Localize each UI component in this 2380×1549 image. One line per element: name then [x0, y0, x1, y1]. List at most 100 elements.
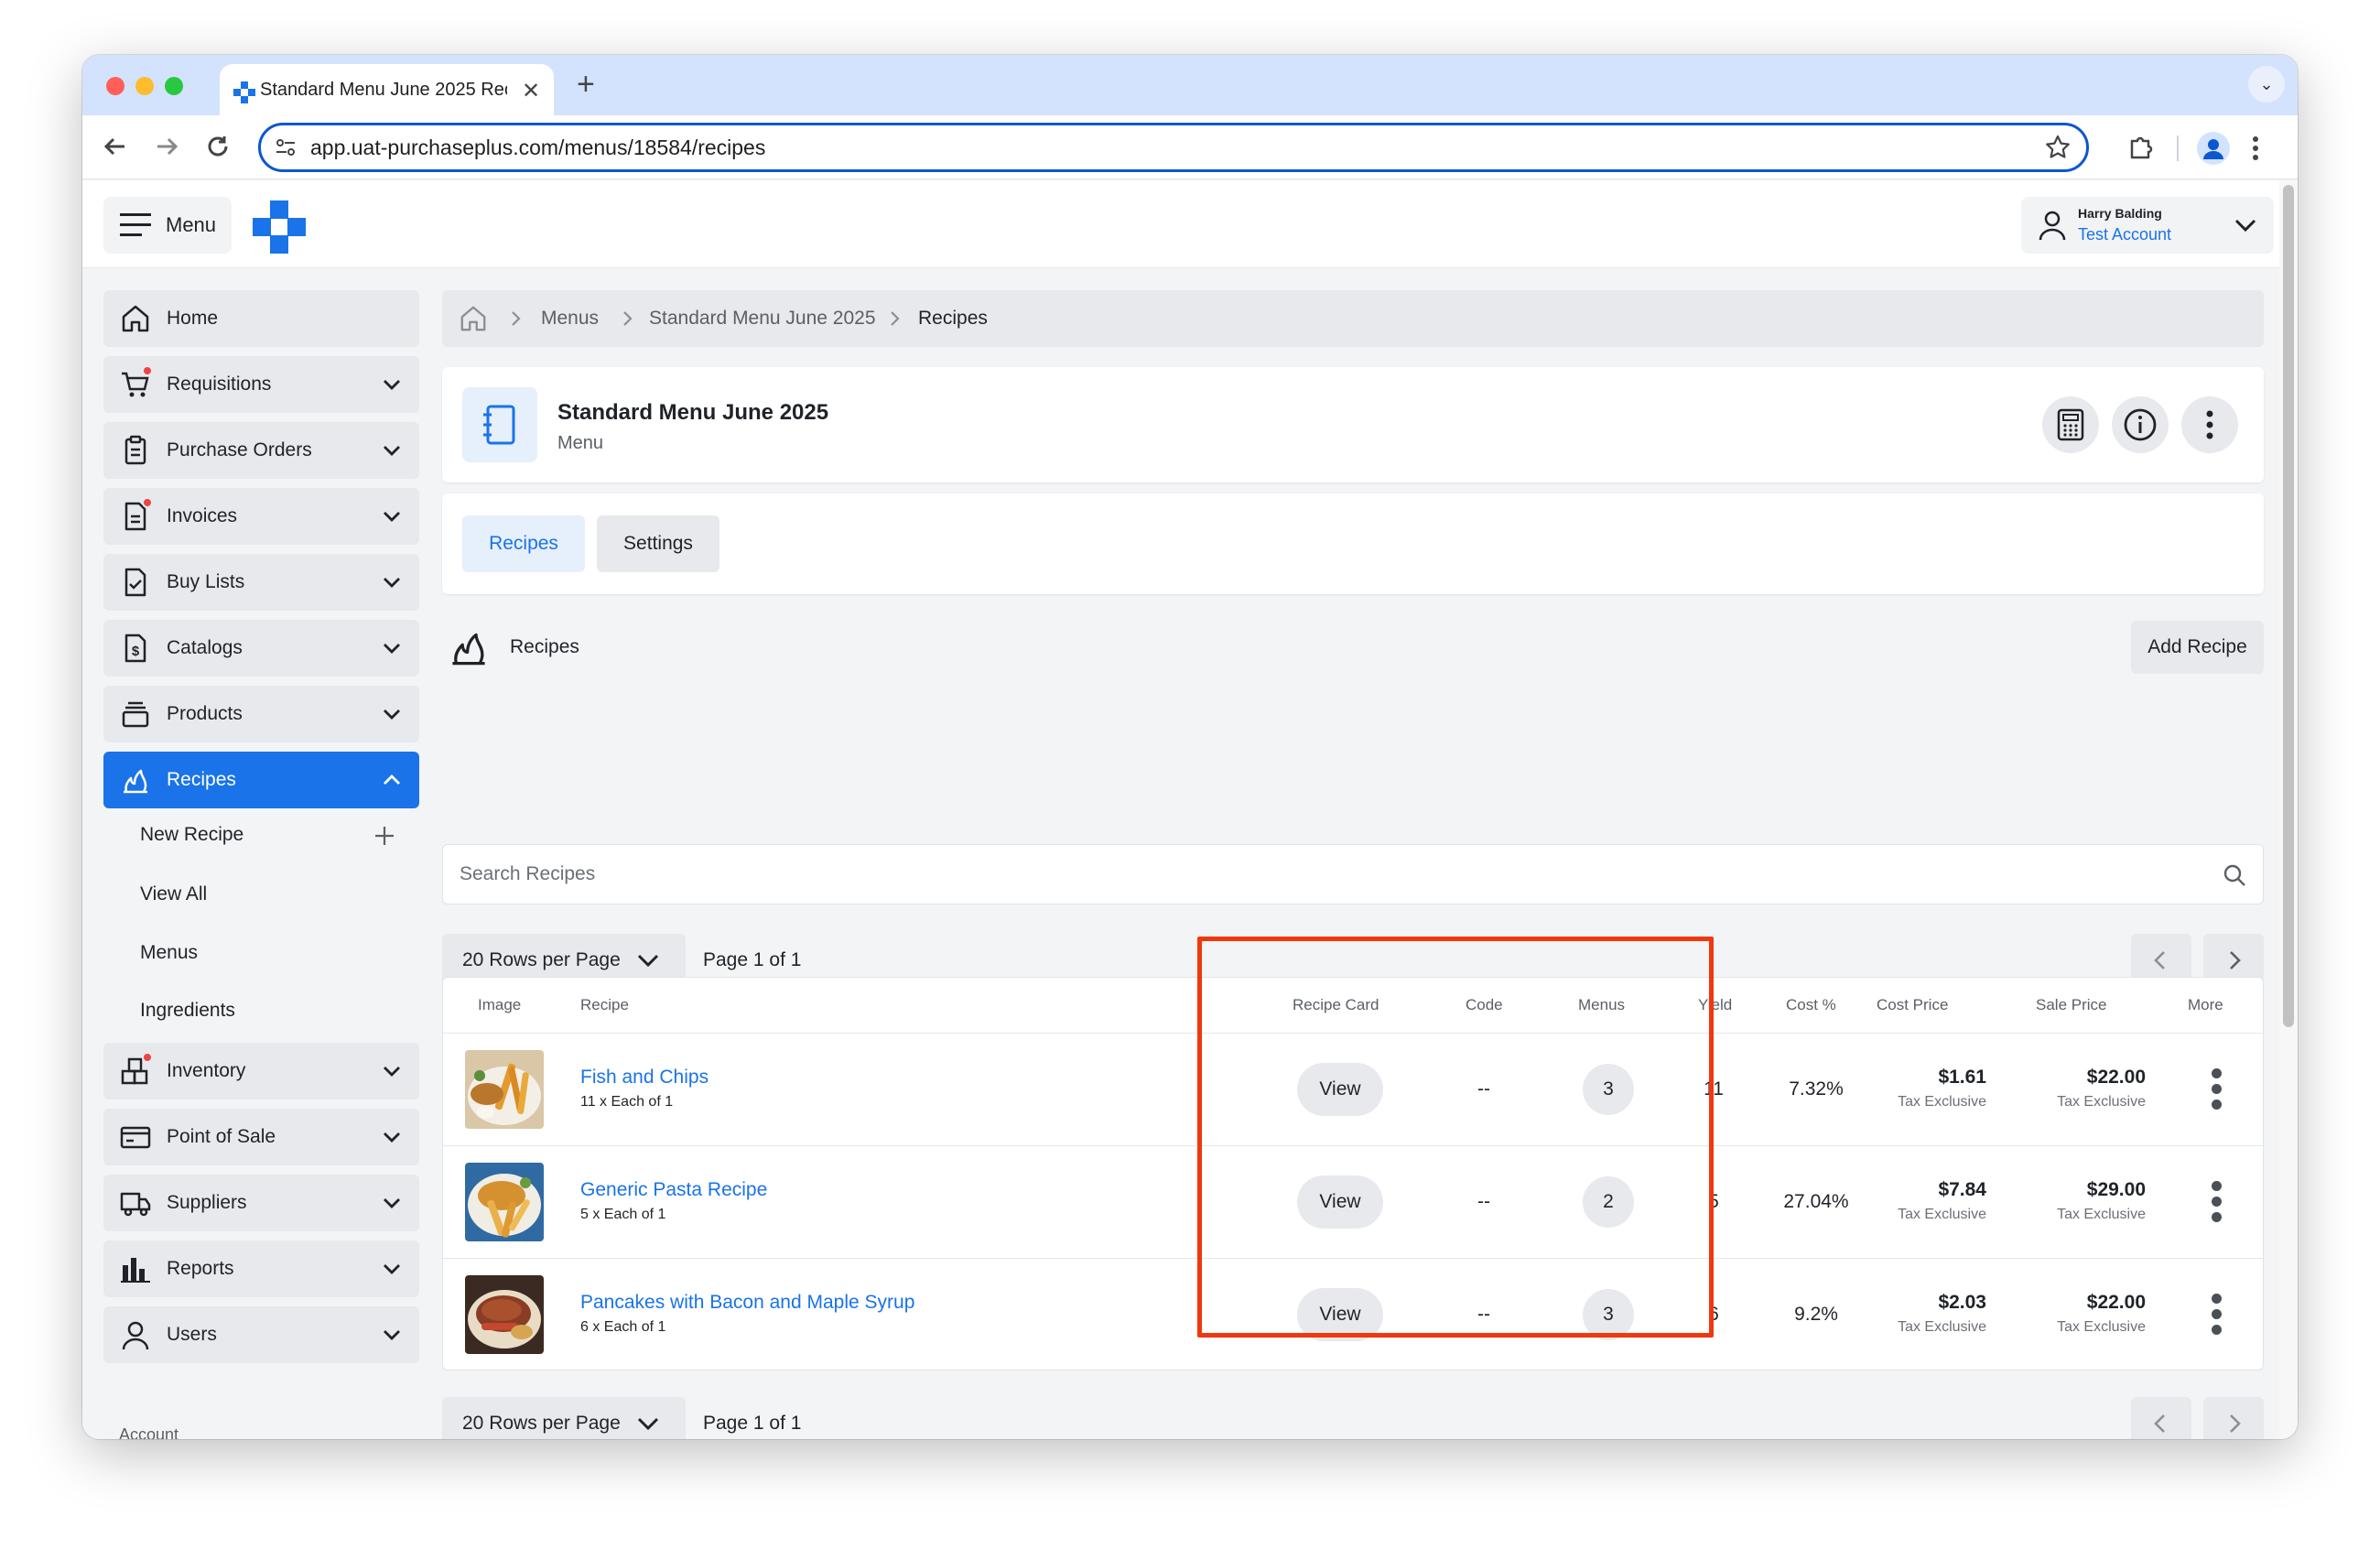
chevron-right-icon — [891, 311, 900, 326]
row-more-kebab-icon[interactable] — [2210, 1181, 2223, 1225]
tab-search-chevron-icon[interactable]: ⌄ — [2248, 66, 2285, 103]
chevron-down-icon — [384, 380, 400, 390]
flame-icon — [452, 633, 485, 666]
view-recipe-card-button[interactable]: View — [1297, 1063, 1383, 1116]
bookmark-star-icon[interactable] — [2044, 134, 2072, 161]
sidebar-subitem-ingredients[interactable]: Ingredients — [140, 997, 235, 1024]
column-header-recipe: Recipe — [580, 996, 629, 1013]
next-page-button[interactable] — [2203, 1397, 2264, 1439]
sidebar-item-invoices[interactable]: Invoices — [103, 488, 419, 545]
chevron-left-icon — [2154, 951, 2165, 969]
search-icon[interactable] — [2223, 863, 2246, 887]
sidebar-item-reports[interactable]: Reports — [103, 1240, 419, 1297]
chevron-left-icon — [2154, 1414, 2165, 1433]
recipe-cost-price: $2.03 — [1938, 1292, 1986, 1313]
menus-count-badge[interactable]: 3 — [1583, 1289, 1634, 1340]
url-bar[interactable]: app.uat-purchaseplus.com/menus/18584/rec… — [258, 123, 2089, 172]
dollar-document-icon: $ — [124, 634, 146, 663]
chevron-down-icon — [384, 1264, 400, 1274]
menus-count-badge[interactable]: 2 — [1583, 1176, 1634, 1228]
plus-icon[interactable] — [373, 825, 395, 847]
sidebar-item-catalogs[interactable]: $ Catalogs — [103, 620, 419, 677]
add-recipe-button[interactable]: Add Recipe — [2131, 621, 2264, 674]
cost-tax-note: Tax Exclusive — [1898, 1094, 1986, 1110]
calculator-button[interactable] — [2042, 396, 2099, 453]
chevron-right-icon — [623, 311, 633, 326]
sidebar-subitem-menus[interactable]: Menus — [140, 939, 198, 967]
view-recipe-card-button[interactable]: View — [1297, 1288, 1383, 1341]
tab-settings[interactable]: Settings — [597, 515, 719, 572]
clipboard-icon — [124, 435, 146, 465]
view-recipe-card-button[interactable]: View — [1297, 1175, 1383, 1229]
recipe-image-fish-and-chips[interactable] — [465, 1050, 544, 1129]
sidebar-item-products[interactable]: Products — [103, 686, 419, 742]
rows-per-page-select[interactable]: 20 Rows per Page — [442, 1397, 686, 1439]
sidebar-subitem-new-recipe[interactable]: New Recipe — [140, 821, 243, 849]
tab-recipes[interactable]: Recipes — [462, 515, 585, 572]
back-arrow-icon[interactable] — [97, 128, 134, 165]
column-header-menus: Menus — [1578, 996, 1626, 1013]
menu-icon-tile — [462, 387, 537, 462]
close-window-button[interactable] — [106, 77, 124, 95]
sidebar-item-inventory[interactable]: Inventory — [103, 1043, 419, 1099]
sale-tax-note: Tax Exclusive — [2057, 1207, 2146, 1222]
sidebar-item-point-of-sale[interactable]: Point of Sale — [103, 1109, 419, 1165]
recipe-name-link[interactable]: Fish and Chips — [580, 1067, 709, 1089]
recipe-name-link[interactable]: Pancakes with Bacon and Maple Syrup — [580, 1292, 914, 1314]
address-toolbar: app.uat-purchaseplus.com/menus/18584/rec… — [82, 115, 2298, 179]
new-tab-icon[interactable]: + — [577, 66, 595, 103]
info-button[interactable] — [2112, 396, 2169, 453]
more-options-button[interactable] — [2181, 396, 2238, 453]
sidebar-item-users[interactable]: Users — [103, 1306, 419, 1363]
recipe-name-link[interactable]: Generic Pasta Recipe — [580, 1179, 767, 1201]
sidebar-subitem-view-all[interactable]: View All — [140, 881, 207, 908]
recipe-image-pancakes[interactable] — [465, 1275, 544, 1354]
row-more-kebab-icon[interactable] — [2210, 1068, 2223, 1112]
search-input[interactable] — [460, 845, 2199, 904]
cost-tax-note: Tax Exclusive — [1898, 1319, 1986, 1335]
recipe-code: -- — [1477, 1191, 1490, 1212]
flame-icon — [124, 769, 147, 794]
sidebar-item-buy-lists[interactable]: Buy Lists — [103, 554, 419, 611]
maximize-window-button[interactable] — [165, 77, 183, 95]
browser-window: Standard Menu June 2025 Recipes ✕ + ⌄ ap… — [82, 55, 2298, 1439]
table-row: Generic Pasta Recipe 5 x Each of 1 View … — [443, 1145, 2263, 1258]
box-stack-icon — [122, 701, 149, 728]
recipe-cost-percent: 9.2% — [1794, 1304, 1838, 1325]
breadcrumb-menus[interactable]: Menus — [541, 290, 599, 347]
home-icon[interactable] — [459, 304, 488, 333]
sidebar-item-home[interactable]: Home — [103, 290, 419, 347]
user-icon — [122, 1321, 149, 1350]
chevron-down-icon — [384, 446, 400, 456]
row-more-kebab-icon[interactable] — [2210, 1294, 2223, 1338]
recipe-image-generic-pasta[interactable] — [465, 1163, 544, 1241]
forward-arrow-icon[interactable] — [148, 128, 185, 165]
sidebar-item-suppliers[interactable]: Suppliers — [103, 1175, 419, 1231]
profile-avatar-icon[interactable] — [2197, 132, 2230, 165]
sidebar-item-requisitions[interactable]: Requisitions — [103, 356, 419, 413]
recipe-cost-percent: 7.32% — [1789, 1078, 1844, 1099]
table-row: Fish and Chips 11 x Each of 1 View -- 3 … — [443, 1033, 2263, 1145]
menu-title: Standard Menu June 2025 — [557, 400, 829, 425]
sidebar-item-recipes[interactable]: Recipes — [103, 752, 419, 808]
sidebar-section-label: Account — [119, 1425, 179, 1439]
purchaseplus-logo[interactable] — [251, 199, 308, 255]
site-settings-icon[interactable] — [274, 135, 298, 159]
sidebar-item-purchase-orders[interactable]: Purchase Orders — [103, 422, 419, 479]
close-tab-icon[interactable]: ✕ — [522, 75, 540, 108]
reload-icon[interactable] — [200, 128, 236, 165]
browser-menu-kebab-icon[interactable] — [2245, 132, 2266, 165]
menus-count-badge[interactable]: 3 — [1583, 1064, 1634, 1115]
breadcrumb-menu-name[interactable]: Standard Menu June 2025 — [649, 290, 876, 347]
notebook-icon — [483, 405, 515, 445]
extensions-puzzle-icon[interactable] — [2126, 132, 2157, 163]
recipe-cost-price: $1.61 — [1938, 1067, 1986, 1088]
minimize-window-button[interactable] — [135, 77, 154, 95]
page-scrollbar-thumb[interactable] — [2283, 185, 2294, 1027]
chevron-down-icon — [637, 1417, 659, 1431]
browser-tab[interactable]: Standard Menu June 2025 Recipes ✕ — [220, 64, 554, 115]
user-menu-button[interactable]: Harry Balding Test Account — [2021, 197, 2274, 254]
main-menu-button[interactable]: Menu — [103, 197, 232, 254]
recipe-quantity: 6 x Each of 1 — [580, 1319, 666, 1335]
previous-page-button[interactable] — [2131, 1397, 2191, 1439]
